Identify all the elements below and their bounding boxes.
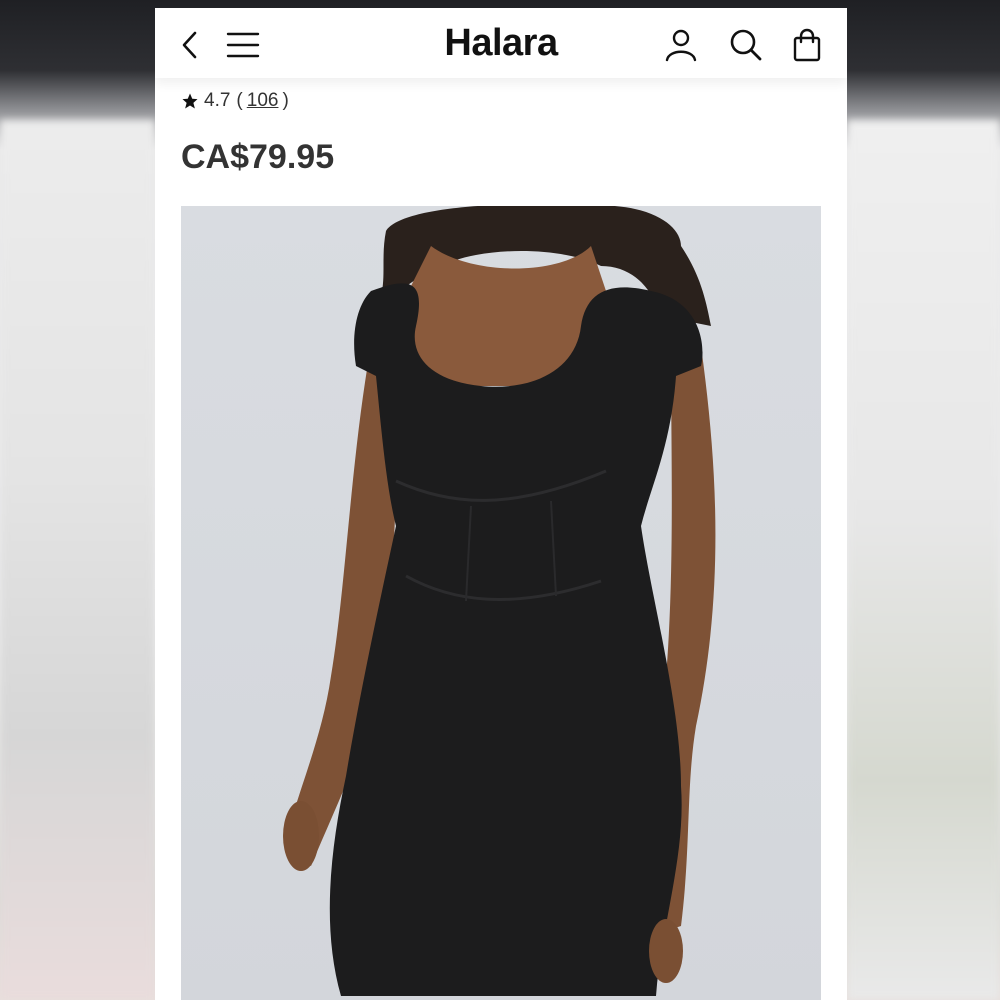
- rating-value: 4.7: [204, 90, 231, 111]
- rating-paren-open: (: [236, 90, 243, 111]
- rating-paren-close: ): [282, 90, 289, 111]
- search-icon: [730, 29, 762, 61]
- star-icon: [182, 93, 198, 109]
- product-price: CA$79.95: [181, 138, 335, 176]
- product-rating: 4.7 ( 106 ): [181, 90, 289, 112]
- cart-button[interactable]: [787, 25, 827, 65]
- product-image[interactable]: [181, 206, 821, 1000]
- account-button[interactable]: [661, 25, 701, 65]
- product-page: Halara 4.7 ( 106 ) CA$79.95: [155, 8, 847, 1000]
- background-blur-right: [847, 120, 1000, 1000]
- search-button[interactable]: [726, 25, 766, 65]
- review-count-link[interactable]: 106: [247, 90, 279, 112]
- background-blur-left: [0, 120, 155, 1000]
- top-nav-bar: Halara: [155, 8, 847, 78]
- shopping-bag-icon: [793, 28, 821, 62]
- product-photo: [283, 206, 716, 997]
- user-icon: [665, 29, 697, 62]
